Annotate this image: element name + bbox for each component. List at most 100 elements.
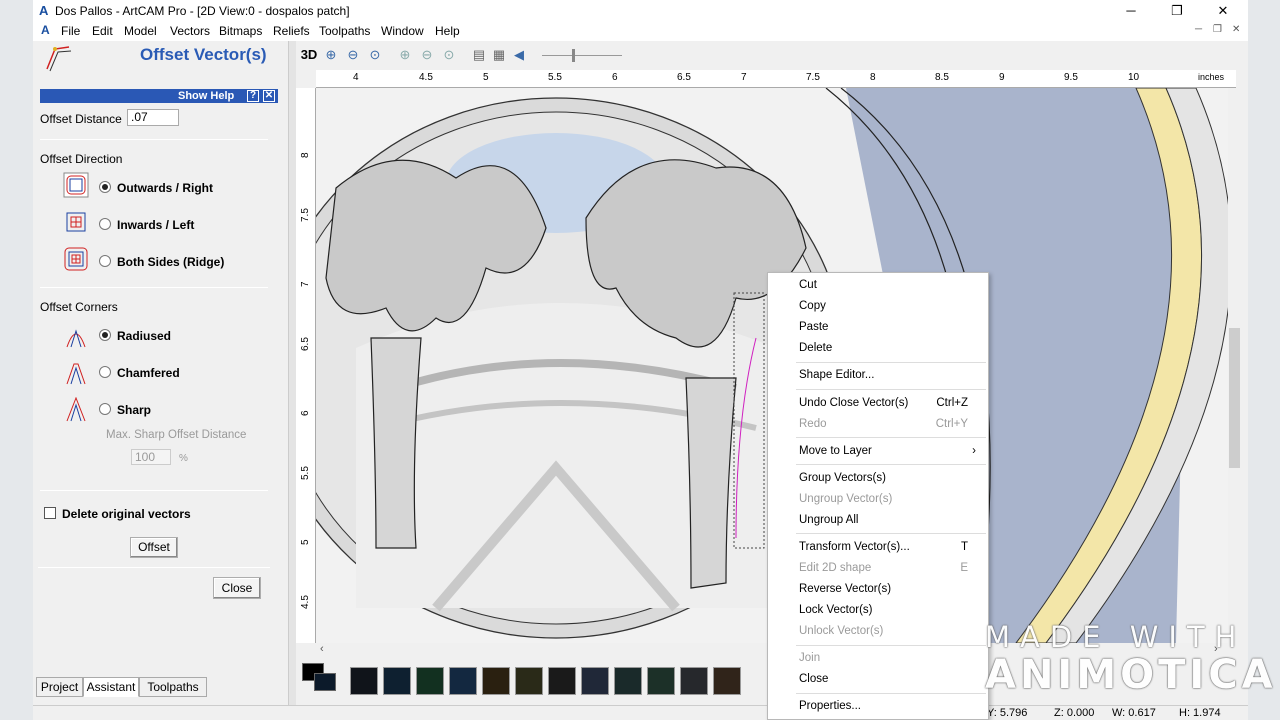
artcam-window: A Dos Pallos - ArtCAM Pro - [2D View:0 -… xyxy=(33,0,1248,720)
delete-original-label[interactable]: Delete original vectors xyxy=(62,507,191,521)
help-question-button[interactable]: ? xyxy=(247,90,259,102)
offset-vector-logo-icon xyxy=(46,46,72,72)
radio-sharp[interactable] xyxy=(99,403,111,415)
help-close-button[interactable]: ✕ xyxy=(263,90,275,102)
menu-shortcut-edit-2d-shape: E xyxy=(960,562,968,574)
color-swatch[interactable] xyxy=(449,667,477,695)
slider-thumb[interactable] xyxy=(572,49,575,62)
radiused-label[interactable]: Radiused xyxy=(117,329,171,343)
color-swatch[interactable] xyxy=(581,667,609,695)
color-swatch[interactable] xyxy=(680,667,708,695)
slider-track[interactable] xyxy=(542,55,622,56)
show-help-bar[interactable]: Show Help ? ✕ xyxy=(40,89,278,103)
menu-model[interactable]: Model xyxy=(124,24,157,38)
layout-icon[interactable]: ▤ xyxy=(470,46,488,64)
menu-reliefs[interactable]: Reliefs xyxy=(273,24,310,38)
panel-splitter[interactable] xyxy=(288,41,296,705)
radio-chamfered[interactable] xyxy=(99,366,111,378)
scroll-left-icon[interactable]: ‹ xyxy=(320,643,324,655)
zoom-all-icon[interactable]: ⊕ xyxy=(396,46,414,64)
inwards-label[interactable]: Inwards / Left xyxy=(117,218,194,232)
menu-item-properties[interactable]: Properties... xyxy=(799,700,861,712)
color-swatch[interactable] xyxy=(647,667,675,695)
offset-direction-heading: Offset Direction xyxy=(40,152,123,166)
menu-vectors[interactable]: Vectors xyxy=(170,24,210,38)
document-icon[interactable]: A xyxy=(41,23,50,37)
menu-toolpaths[interactable]: Toolpaths xyxy=(319,24,370,38)
menu-item-transform-vector-s[interactable]: Transform Vector(s)... xyxy=(799,541,910,553)
menu-item-close[interactable]: Close xyxy=(799,673,828,685)
menu-item-ungroup-all[interactable]: Ungroup All xyxy=(799,514,858,526)
zoom-previous-icon[interactable]: ⊖ xyxy=(418,46,436,64)
menu-item-group-vectors-s[interactable]: Group Vectors(s) xyxy=(799,472,886,484)
tab-toolpaths[interactable]: Toolpaths xyxy=(139,677,207,697)
offset-distance-input[interactable]: .07 xyxy=(127,109,179,126)
menu-window[interactable]: Window xyxy=(381,24,424,38)
menu-item-cut[interactable]: Cut xyxy=(799,279,817,291)
menu-item-reverse-vector-s[interactable]: Reverse Vector(s) xyxy=(799,583,891,595)
vertical-scroll-thumb[interactable] xyxy=(1229,328,1240,468)
menu-edit[interactable]: Edit xyxy=(92,24,113,38)
color-swatch[interactable] xyxy=(713,667,741,695)
ruler-top-tick: 6.5 xyxy=(677,72,691,83)
menu-item-edit-2d-shape[interactable]: Edit 2D shape xyxy=(799,562,871,574)
view-3d-button[interactable]: 3D xyxy=(300,46,318,64)
radio-inwards[interactable] xyxy=(99,218,111,230)
maximize-button[interactable]: ❐ xyxy=(1157,1,1197,21)
vertical-scrollbar[interactable] xyxy=(1228,88,1241,643)
radio-both-sides[interactable] xyxy=(99,255,111,267)
status-w: W: 0.617 xyxy=(1112,707,1156,719)
zoom-box-icon[interactable]: ⊙ xyxy=(366,46,384,64)
menu-item-delete[interactable]: Delete xyxy=(799,342,832,354)
zoom-fit-icon[interactable]: ⊙ xyxy=(440,46,458,64)
sharp-label[interactable]: Sharp xyxy=(117,403,151,417)
current-color-swatch[interactable] xyxy=(302,663,338,693)
minimize-button[interactable]: ─ xyxy=(1111,1,1151,21)
tab-project[interactable]: Project xyxy=(36,677,83,697)
radio-outwards[interactable] xyxy=(99,181,111,193)
color-swatch[interactable] xyxy=(614,667,642,695)
show-help-label[interactable]: Show Help xyxy=(178,90,234,102)
menu-separator xyxy=(796,437,986,438)
menu-item-copy[interactable]: Copy xyxy=(799,300,826,312)
color-swatch[interactable] xyxy=(482,667,510,695)
close-window-button[interactable]: ✕ xyxy=(1203,1,1243,21)
offset-button[interactable]: Offset xyxy=(130,537,178,558)
menu-bar: A File Edit Model Vectors Bitmaps Relief… xyxy=(33,22,1248,41)
color-swatch[interactable] xyxy=(515,667,543,695)
menu-item-paste[interactable]: Paste xyxy=(799,321,828,333)
menu-help[interactable]: Help xyxy=(435,24,460,38)
color-swatch[interactable] xyxy=(416,667,444,695)
color-swatch[interactable] xyxy=(383,667,411,695)
zoom-in-icon[interactable]: ⊕ xyxy=(322,46,340,64)
color-swatch[interactable] xyxy=(548,667,576,695)
radio-radiused[interactable] xyxy=(99,329,111,341)
menu-file[interactable]: File xyxy=(61,24,80,38)
max-sharp-input[interactable]: 100 xyxy=(131,449,171,465)
menu-item-join[interactable]: Join xyxy=(799,652,820,664)
ruler-top-tick: 5 xyxy=(483,72,489,83)
ruler-top-tick: 7.5 xyxy=(806,72,820,83)
outwards-label[interactable]: Outwards / Right xyxy=(117,181,213,195)
menu-item-redo[interactable]: Redo xyxy=(799,418,827,430)
menu-item-lock-vector-s[interactable]: Lock Vector(s) xyxy=(799,604,873,616)
tab-assistant[interactable]: Assistant xyxy=(83,677,139,697)
arrow-icon[interactable]: ◀ xyxy=(510,46,528,64)
menu-item-ungroup-vector-s[interactable]: Ungroup Vector(s) xyxy=(799,493,892,505)
chamfered-label[interactable]: Chamfered xyxy=(117,366,180,380)
menu-item-shape-editor[interactable]: Shape Editor... xyxy=(799,369,874,381)
mdi-minimize-button[interactable]: ─ xyxy=(1195,24,1202,35)
menu-item-undo-close-vector-s[interactable]: Undo Close Vector(s) xyxy=(799,397,908,409)
menu-bitmaps[interactable]: Bitmaps xyxy=(219,24,262,38)
offset-distance-label: Offset Distance xyxy=(40,112,122,126)
menu-item-unlock-vector-s[interactable]: Unlock Vector(s) xyxy=(799,625,883,637)
both-sides-label[interactable]: Both Sides (Ridge) xyxy=(117,255,224,269)
mdi-restore-button[interactable]: ❐ xyxy=(1213,24,1222,35)
menu-item-move-to-layer[interactable]: Move to Layer xyxy=(799,445,872,457)
close-panel-button[interactable]: Close xyxy=(213,577,261,599)
delete-original-checkbox[interactable] xyxy=(44,507,56,519)
tile-icon[interactable]: ▦ xyxy=(490,46,508,64)
zoom-out-icon[interactable]: ⊖ xyxy=(344,46,362,64)
mdi-close-button[interactable]: ✕ xyxy=(1232,24,1240,35)
color-swatch[interactable] xyxy=(350,667,378,695)
